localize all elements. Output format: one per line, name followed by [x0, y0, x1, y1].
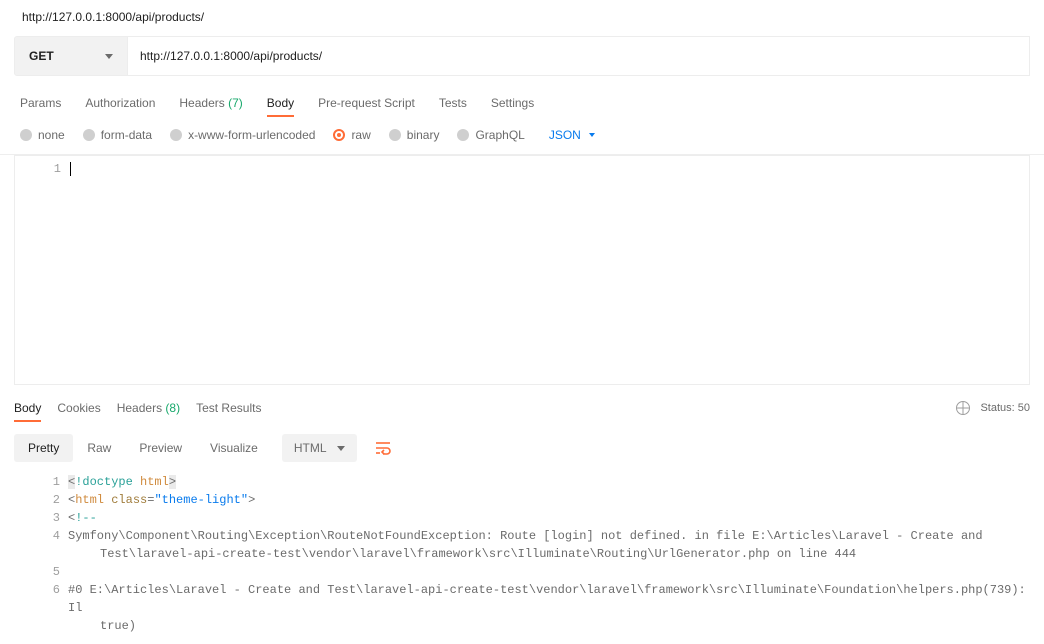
response-gutter: 1 2 3 4 5 6: [14, 473, 68, 635]
editor-content[interactable]: [69, 156, 1029, 384]
line-number: 2: [14, 491, 60, 509]
resp-tab-headers-count: (8): [165, 401, 180, 415]
chevron-down-icon: [105, 54, 113, 59]
resp-tab-headers[interactable]: Headers (8): [117, 395, 180, 421]
body-type-form-data[interactable]: form-data: [83, 128, 152, 142]
line-number: [14, 545, 60, 563]
editor-gutter: 1: [15, 156, 69, 384]
radio-icon: [20, 129, 32, 141]
view-preview-button[interactable]: Preview: [125, 434, 196, 462]
body-format-select[interactable]: JSON: [543, 128, 595, 142]
view-pretty-button[interactable]: Pretty: [14, 434, 73, 462]
response-status-right: Status: 50: [956, 401, 1030, 415]
request-row: GET http://127.0.0.1:8000/api/products/: [14, 36, 1030, 76]
body-type-graphql[interactable]: GraphQL: [457, 128, 524, 142]
line-number: 3: [14, 509, 60, 527]
code-line: <!doctype html>: [68, 473, 1030, 491]
body-type-none-label: none: [38, 128, 65, 142]
url-input[interactable]: http://127.0.0.1:8000/api/products/: [128, 36, 1030, 76]
resp-tab-headers-label: Headers: [117, 401, 162, 415]
request-body-editor[interactable]: 1: [14, 155, 1030, 385]
tab-tests[interactable]: Tests: [439, 90, 467, 116]
url-value: http://127.0.0.1:8000/api/products/: [140, 49, 322, 63]
radio-icon: [83, 129, 95, 141]
code-line: Symfony\Component\Routing\Exception\Rout…: [68, 527, 1030, 563]
line-number: 1: [15, 160, 61, 178]
radio-icon-checked: [333, 129, 345, 141]
resp-tab-body[interactable]: Body: [14, 395, 41, 421]
radio-icon: [457, 129, 469, 141]
globe-icon[interactable]: [956, 401, 970, 415]
request-tabs: Params Authorization Headers (7) Body Pr…: [0, 82, 1044, 116]
tab-body[interactable]: Body: [267, 90, 294, 116]
http-method-label: GET: [29, 49, 54, 63]
line-number: 4: [14, 527, 60, 545]
tab-prerequest[interactable]: Pre-request Script: [318, 90, 415, 116]
body-type-graphql-label: GraphQL: [475, 128, 524, 142]
body-type-binary-label: binary: [407, 128, 440, 142]
request-tab-title: http://127.0.0.1:8000/api/products/: [0, 0, 1044, 36]
line-number: [14, 599, 60, 617]
code-line: <!--: [68, 509, 1030, 527]
tab-headers[interactable]: Headers (7): [179, 90, 242, 116]
response-tabs-row: Body Cookies Headers (8) Test Results St…: [0, 385, 1044, 421]
chevron-down-icon: [337, 446, 345, 451]
tab-authorization[interactable]: Authorization: [85, 90, 155, 116]
resp-tab-tests[interactable]: Test Results: [196, 395, 261, 421]
body-type-form-label: form-data: [101, 128, 152, 142]
view-mode-group: Pretty Raw Preview Visualize: [14, 434, 272, 462]
text-caret: [70, 162, 71, 176]
wrap-lines-button[interactable]: [367, 433, 399, 463]
radio-icon: [389, 129, 401, 141]
response-format-select[interactable]: HTML: [282, 434, 357, 462]
tab-headers-count: (7): [228, 96, 243, 110]
body-type-raw-label: raw: [351, 128, 370, 142]
body-type-urlencoded[interactable]: x-www-form-urlencoded: [170, 128, 315, 142]
line-number: 5: [14, 563, 60, 581]
body-type-none[interactable]: none: [20, 128, 65, 142]
body-type-raw[interactable]: raw: [333, 128, 370, 142]
code-line: [68, 563, 1030, 581]
body-format-label: JSON: [549, 128, 581, 142]
chevron-down-icon: [589, 133, 595, 137]
view-visualize-button[interactable]: Visualize: [196, 434, 272, 462]
response-status-label: Status: 50: [980, 402, 1030, 414]
wrap-icon: [375, 441, 391, 455]
radio-icon: [170, 129, 182, 141]
tab-settings[interactable]: Settings: [491, 90, 534, 116]
code-line: <html class="theme-light">: [68, 491, 1030, 509]
tab-headers-label: Headers: [179, 96, 224, 110]
view-raw-button[interactable]: Raw: [73, 434, 125, 462]
resp-tab-cookies[interactable]: Cookies: [57, 395, 100, 421]
response-format-label: HTML: [294, 441, 327, 455]
body-type-url-label: x-www-form-urlencoded: [188, 128, 315, 142]
line-number: 6: [14, 581, 60, 599]
line-number: 1: [14, 473, 60, 491]
http-method-select[interactable]: GET: [14, 36, 128, 76]
code-line: #0 E:\Articles\Laravel - Create and Test…: [68, 581, 1030, 635]
tab-params[interactable]: Params: [20, 90, 61, 116]
body-type-binary[interactable]: binary: [389, 128, 440, 142]
response-tabs: Body Cookies Headers (8) Test Results: [14, 395, 261, 421]
response-view-controls: Pretty Raw Preview Visualize HTML: [0, 421, 1044, 473]
body-type-row: none form-data x-www-form-urlencoded raw…: [0, 116, 1044, 155]
response-body-viewer[interactable]: 1 2 3 4 5 6 <!doctype html> <html class=…: [14, 473, 1030, 635]
response-content: <!doctype html> <html class="theme-light…: [68, 473, 1030, 635]
